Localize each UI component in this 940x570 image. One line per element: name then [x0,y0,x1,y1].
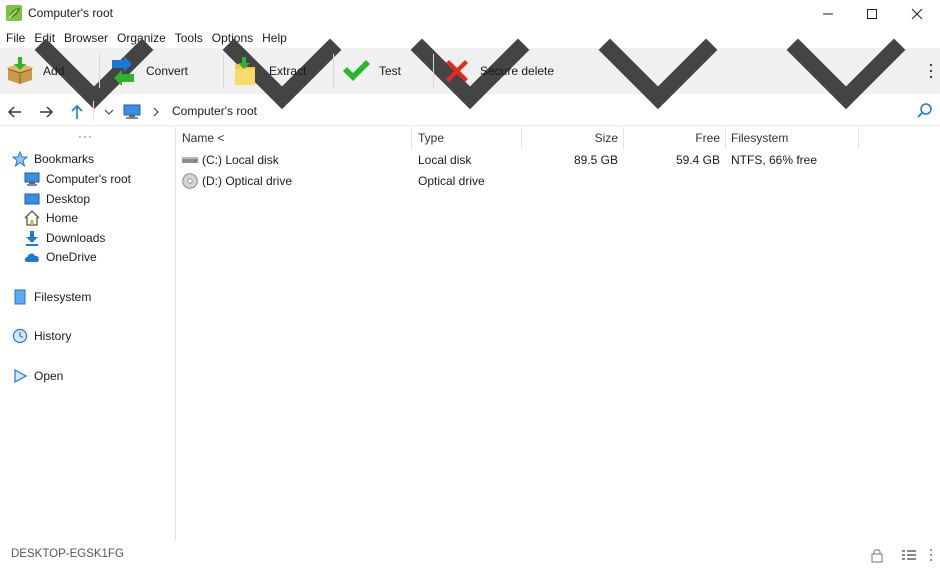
cell-type: Optical drive [418,174,485,188]
arrow-right-icon [40,106,53,118]
extract-label: Extract [269,64,307,78]
extract-folder-icon [231,56,261,86]
column-divider[interactable] [858,127,859,149]
convert-label: Convert [146,64,189,78]
arrow-up-icon [71,104,83,119]
desktop-icon [24,191,40,207]
breadcrumb-current[interactable]: Computer's root [172,104,257,118]
toolbar: Add Convert Extract Test Secure delete [0,38,940,110]
cell-size: 89.5 GB [573,153,618,167]
status-bar: DESKTOP-EGSK1FG [0,540,940,570]
up-button[interactable] [67,102,87,122]
hard-disk-icon [182,157,198,163]
clock-icon [12,328,28,344]
column-header-filesystem[interactable]: Filesystem [731,127,788,149]
cell-filesystem: NTFS, 66% free [731,153,818,167]
computer-location-button[interactable] [122,102,142,122]
add-label: Add [43,64,65,78]
search-icon[interactable] [916,102,934,120]
optical-disc-icon [182,173,198,189]
sidebar-open[interactable]: Open [12,367,63,385]
sidebar-item-computers-root[interactable]: Computer's root [24,170,131,188]
toolbar-separator [333,54,334,88]
history-dropdown-button[interactable] [99,102,119,122]
details-view-icon[interactable] [901,547,917,563]
cell-type: Local disk [418,153,472,167]
sidebar-item-label: OneDrive [46,250,97,264]
file-list: Name < Type Size Free Filesystem (C:) Lo… [176,127,940,540]
lock-icon[interactable] [869,547,885,563]
test-button[interactable]: Test [341,48,401,94]
toolbar-separator [223,54,224,88]
sidebar-filesystem[interactable]: Filesystem [12,288,91,306]
breadcrumb-chevron-icon[interactable] [152,107,160,117]
cell-free [623,171,720,191]
column-header-type[interactable]: Type [418,127,444,149]
sidebar-item-onedrive[interactable]: OneDrive [24,248,97,266]
sidebar-item-label: Downloads [46,231,106,245]
column-divider[interactable] [411,127,412,149]
download-arrow-icon [24,230,40,246]
toolbar-separator [433,54,434,88]
column-divider[interactable] [725,127,726,149]
resize-grip-icon[interactable] [926,547,936,563]
cell-size [521,171,618,191]
arrow-left-icon [8,106,21,118]
computer-icon [123,104,141,119]
computer-icon [24,171,40,187]
sidebar-more-button[interactable]: ··· [78,129,93,143]
extract-button[interactable]: Extract [231,48,306,94]
toolbar-separator [99,54,100,88]
sidebar-item-downloads[interactable]: Downloads [24,229,105,247]
red-x-icon [442,56,472,86]
star-icon [12,151,28,167]
address-separator [93,101,94,121]
sidebar-filesystem-label: Filesystem [34,290,92,304]
cell-free: 59.4 GB [675,153,720,167]
sidebar: ··· Bookmarks Computer's root Desktop Ho… [0,127,176,540]
convert-button[interactable]: Convert [108,48,188,94]
column-header-size[interactable]: Size [521,127,618,149]
checkmark-icon [341,56,371,86]
column-header-free[interactable]: Free [623,127,720,149]
sidebar-history[interactable]: History [12,327,71,345]
cell-name: (C:) Local disk [202,153,279,167]
cell-name: (D:) Optical drive [202,174,293,188]
computer-name: DESKTOP-EGSK1FG [11,548,124,560]
filesystem-icon [12,289,28,305]
secure-delete-button[interactable]: Secure delete [442,48,554,94]
sidebar-history-label: History [34,329,72,343]
sidebar-item-label: Home [46,211,79,225]
add-button[interactable]: Add [5,48,64,94]
secure-delete-label: Secure delete [480,64,555,78]
test-label: Test [379,64,402,78]
sidebar-bookmarks-label: Bookmarks [34,152,95,166]
more-options-icon[interactable] [926,61,936,81]
table-row[interactable]: (C:) Local disk Local disk 89.5 GB 59.4 … [176,150,940,170]
sidebar-item-label: Desktop [46,192,91,206]
home-icon [24,210,40,226]
sidebar-item-desktop[interactable]: Desktop [24,190,90,208]
chevron-down-icon [104,109,114,115]
sidebar-open-label: Open [34,369,64,383]
table-row[interactable]: (D:) Optical drive Optical drive [176,171,940,191]
cloud-icon [24,249,40,265]
sidebar-item-label: Computer's root [46,172,131,186]
column-header-name[interactable]: Name < [182,127,224,149]
address-bar: Computer's root [0,96,940,126]
sidebar-bookmarks[interactable]: Bookmarks [12,150,94,168]
convert-arrows-icon [108,56,138,86]
add-box-icon [5,56,35,86]
forward-button[interactable] [36,102,56,122]
back-button[interactable] [5,102,25,122]
play-triangle-icon [12,368,28,384]
sidebar-item-home[interactable]: Home [24,209,78,227]
